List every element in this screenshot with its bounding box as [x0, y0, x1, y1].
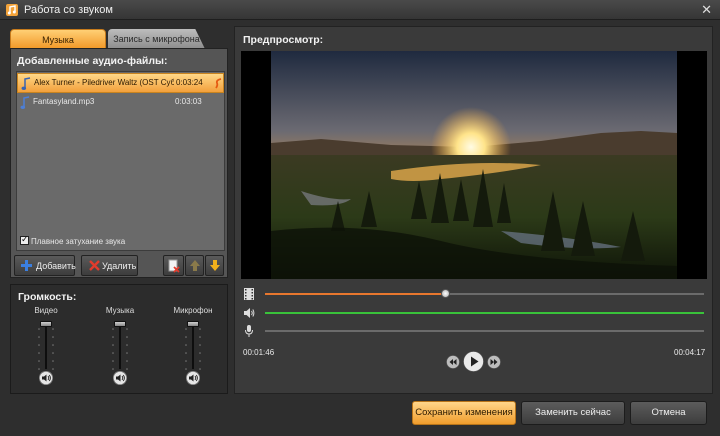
- delete-file-button[interactable]: [163, 255, 184, 276]
- arrow-down-icon: [210, 260, 220, 271]
- volume-slider-track[interactable]: [119, 325, 121, 369]
- volume-slider-thumb[interactable]: [187, 321, 199, 327]
- file-duration: 0:03:24: [176, 78, 203, 87]
- volume-video: Видео: [16, 285, 76, 395]
- tab-music[interactable]: Музыка: [10, 29, 106, 49]
- microphone-timeline[interactable]: [265, 330, 704, 332]
- music-note-icon: [20, 96, 30, 109]
- volume-microphone: Микрофон: [163, 285, 223, 395]
- delete-label: Удалить: [102, 261, 137, 271]
- close-icon[interactable]: ✕: [701, 2, 712, 18]
- file-name: Alex Turner - Piledriver Waltz (OST Субм…: [34, 78, 174, 87]
- audio-files-header: Добавленные аудио-файлы:: [17, 55, 168, 67]
- delete-button[interactable]: Удалить: [81, 255, 138, 276]
- save-button[interactable]: Сохранить изменения: [412, 401, 516, 425]
- preview-panel: Предпросмотр:: [234, 26, 713, 394]
- add-label: Добавить: [36, 261, 76, 271]
- play-icon[interactable]: [463, 351, 484, 372]
- music-timeline[interactable]: [265, 312, 704, 314]
- volume-slider-thumb[interactable]: [40, 321, 52, 327]
- sunset-landscape-image: [241, 51, 707, 279]
- total-time: 00:04:17: [674, 348, 706, 357]
- speaker-icon[interactable]: [39, 371, 53, 385]
- move-up-button[interactable]: [185, 255, 204, 276]
- checkbox-checked-icon[interactable]: [20, 234, 29, 245]
- volume-slider-track[interactable]: [45, 325, 47, 369]
- film-icon: [244, 288, 254, 300]
- cancel-button[interactable]: Отмена: [630, 401, 707, 425]
- fade-checkbox[interactable]: Плавное затухание звука: [20, 234, 126, 246]
- loop-icon[interactable]: [214, 77, 224, 90]
- list-item[interactable]: Alex Turner - Piledriver Waltz (OST Субм…: [17, 73, 224, 93]
- video-timeline[interactable]: [265, 289, 704, 298]
- volume-slider-thumb[interactable]: [114, 321, 126, 327]
- video-progress-fill: [265, 293, 445, 295]
- speaker-icon[interactable]: [186, 371, 200, 385]
- app-icon: [6, 4, 18, 16]
- fade-label: Плавное затухание звука: [31, 237, 126, 246]
- volume-slider-track[interactable]: [192, 325, 194, 369]
- add-button[interactable]: Добавить: [14, 255, 76, 276]
- list-item[interactable]: Fantasyland.mp3 0:03:03: [17, 93, 224, 113]
- speaker-icon: [244, 308, 255, 318]
- microphone-icon: [245, 325, 253, 337]
- speaker-icon[interactable]: [113, 371, 127, 385]
- file-delete-icon: [168, 259, 180, 273]
- video-preview[interactable]: [241, 51, 707, 279]
- music-note-icon: [21, 77, 31, 90]
- fast-forward-icon[interactable]: [487, 355, 501, 369]
- file-name: Fantasyland.mp3: [33, 97, 95, 106]
- music-level-fill: [265, 312, 704, 314]
- volume-music: Музыка: [90, 285, 150, 395]
- rewind-icon[interactable]: [446, 355, 460, 369]
- preview-header: Предпросмотр:: [243, 34, 324, 46]
- file-duration: 0:03:03: [175, 97, 202, 106]
- replace-button[interactable]: Заменить сейчас: [521, 401, 625, 425]
- channel-label: Микрофон: [173, 306, 213, 315]
- audio-files-panel: Добавленные аудио-файлы: Alex Turner - P…: [10, 48, 228, 278]
- arrow-up-icon: [190, 260, 200, 271]
- window-title: Работа со звуком: [24, 4, 113, 16]
- audio-file-list: Alex Turner - Piledriver Waltz (OST Субм…: [16, 71, 225, 251]
- close-x-icon: [89, 260, 100, 271]
- channel-label: Видео: [34, 306, 58, 315]
- volume-panel: Громкость: Видео Музыка Микрофон: [10, 284, 228, 394]
- title-bar: Работа со звуком ✕: [0, 0, 720, 20]
- current-time: 00:01:46: [243, 348, 275, 357]
- tab-microphone[interactable]: Запись с микрофона: [108, 29, 205, 49]
- plus-icon: [21, 260, 32, 271]
- video-progress-thumb[interactable]: [440, 289, 450, 298]
- move-down-button[interactable]: [205, 255, 224, 276]
- channel-label: Музыка: [105, 306, 135, 315]
